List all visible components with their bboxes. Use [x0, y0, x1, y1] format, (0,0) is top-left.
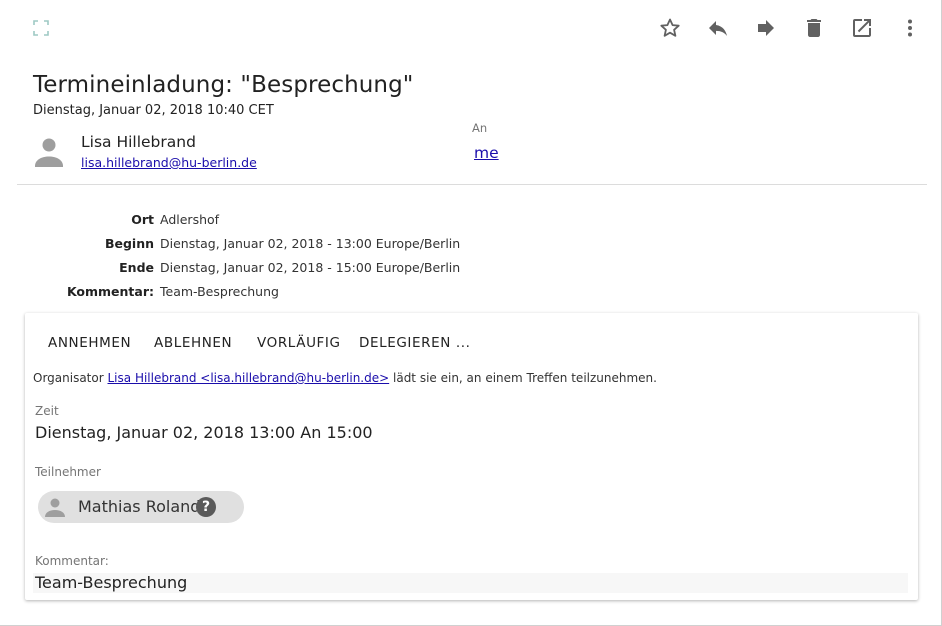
comment-label: Kommentar: — [35, 554, 109, 568]
comment-value: Team-Besprechung — [35, 573, 188, 592]
detail-row-location: Ort Adlershof — [0, 212, 600, 230]
detail-value: Dienstag, Januar 02, 2018 - 13:00 Europe… — [160, 236, 461, 251]
more-vert-icon[interactable] — [898, 16, 922, 40]
open-external-icon[interactable] — [850, 16, 874, 40]
detail-row-end: Ende Dienstag, Januar 02, 2018 - 15:00 E… — [0, 260, 600, 278]
detail-label: Beginn — [104, 236, 154, 251]
organizer-prefix: Organisator — [33, 371, 104, 385]
delegate-button[interactable]: DELEGIEREN ... — [359, 335, 471, 351]
detail-row-comment: Kommentar: Team-Besprechung — [0, 284, 600, 302]
detail-value: Dienstag, Januar 02, 2018 - 15:00 Europe… — [160, 260, 461, 275]
message-view: Termineinladung: "Besprechung" Dienstag,… — [0, 0, 942, 626]
organizer-suffix: lädt sie ein, an einem Treffen teilzuneh… — [393, 371, 657, 385]
organizer-line: Organisator Lisa Hillebrand <lisa.hilleb… — [33, 371, 657, 385]
participants-label: Teilnehmer — [35, 465, 101, 479]
recipient-link[interactable]: me — [474, 144, 499, 162]
help-icon: ? — [196, 497, 216, 517]
accept-button[interactable]: ANNEHMEN — [48, 335, 131, 351]
header-divider — [17, 184, 927, 185]
detail-value: Adlershof — [160, 212, 220, 227]
invitation-card: ANNEHMEN ABLEHNEN VORLÄUFIG DELEGIEREN .… — [25, 313, 918, 600]
email-date: Dienstag, Januar 02, 2018 10:40 CET — [33, 103, 274, 118]
detail-label: Kommentar: — [66, 284, 154, 299]
participant-chip[interactable]: Mathias Roland ? — [38, 491, 244, 523]
time-value: Dienstag, Januar 02, 2018 13:00 An 15:00 — [35, 423, 373, 442]
email-subject: Termineinladung: "Besprechung" — [33, 72, 414, 98]
tentative-button[interactable]: VORLÄUFIG — [257, 335, 341, 351]
organizer-link[interactable]: Lisa Hillebrand <lisa.hillebrand@hu-berl… — [108, 371, 390, 385]
sender-email-link[interactable]: lisa.hillebrand@hu-berlin.de — [81, 155, 257, 170]
detail-label: Ende — [119, 260, 154, 275]
time-label: Zeit — [35, 404, 59, 418]
forward-icon[interactable] — [754, 16, 778, 40]
to-label: An — [472, 121, 488, 135]
decline-button[interactable]: ABLEHNEN — [154, 335, 232, 351]
delete-icon[interactable] — [802, 16, 826, 40]
person-icon — [44, 496, 66, 518]
detail-value: Team-Besprechung — [160, 284, 279, 299]
participant-name: Mathias Roland — [78, 497, 201, 516]
detail-row-start: Beginn Dienstag, Januar 02, 2018 - 13:00… — [0, 236, 600, 254]
person-icon — [33, 134, 65, 170]
message-toolbar — [0, 0, 942, 56]
detail-label: Ort — [131, 212, 154, 227]
star-icon[interactable] — [658, 16, 682, 40]
reply-icon[interactable] — [706, 16, 730, 40]
sender-name: Lisa Hillebrand — [81, 133, 196, 151]
expand-icon[interactable] — [33, 20, 49, 36]
